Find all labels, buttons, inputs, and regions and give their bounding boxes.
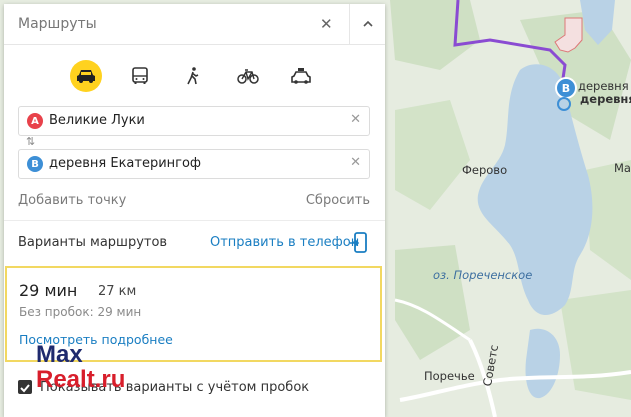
mode-bicycle-button[interactable] — [232, 60, 264, 92]
panel-header: Маршруты ✕ — [4, 4, 385, 45]
send-to-phone-link[interactable]: Отправить в телефон — [210, 235, 359, 250]
mode-car-button[interactable] — [70, 60, 102, 92]
walking-person-icon — [187, 67, 199, 85]
map-label-edge: Ма — [614, 161, 631, 175]
map-label-destination-1: деревня — [578, 79, 629, 93]
mode-bus-button[interactable] — [124, 60, 156, 92]
clear-point-b-icon[interactable]: ✕ — [350, 155, 361, 170]
clear-point-a-icon[interactable]: ✕ — [350, 112, 361, 127]
mode-taxi-button[interactable] — [285, 60, 317, 92]
map-label-ferovo: Ферово — [462, 163, 508, 177]
header-divider — [349, 4, 350, 44]
bicycle-icon — [237, 69, 259, 84]
add-point-link[interactable]: Добавить точку — [18, 193, 126, 208]
point-b-pin: B — [27, 156, 43, 172]
checkmark-icon — [20, 384, 30, 393]
watermark-line1: Max — [36, 341, 83, 368]
point-b-value: деревня Екатерингоф — [49, 156, 202, 171]
close-icon[interactable]: ✕ — [320, 15, 333, 33]
car-icon — [77, 70, 95, 83]
point-b-field[interactable]: B деревня Екатерингоф ✕ — [18, 149, 370, 179]
watermark-line2: Realt.ru — [36, 366, 126, 393]
panel-title: Маршруты — [18, 16, 97, 32]
route-time: 29 мин — [19, 281, 78, 300]
map-pin-b-letter: B — [562, 82, 570, 95]
map-label-destination-2: деревня — [580, 92, 631, 106]
mode-walk-button[interactable] — [177, 60, 209, 92]
traffic-checkbox[interactable] — [18, 380, 32, 394]
transport-modes — [4, 56, 385, 96]
swap-points-icon[interactable]: ⇅ — [26, 135, 35, 148]
route-no-traffic-time: Без пробок: 29 мин — [19, 305, 142, 319]
route-distance: 27 км — [98, 284, 137, 299]
point-a-value: Великие Луки — [49, 113, 145, 128]
point-a-pin: A — [27, 113, 43, 129]
route-variants-label: Варианты маршрутов — [18, 235, 168, 250]
map-label-lake: оз. Пореченское — [433, 268, 533, 282]
chevron-up-icon[interactable] — [361, 17, 375, 31]
taxi-icon — [291, 67, 311, 84]
divider — [4, 220, 385, 221]
reset-link[interactable]: Сбросить — [306, 193, 370, 208]
phone-icon[interactable] — [350, 232, 368, 254]
point-a-field[interactable]: A Великие Луки ✕ — [18, 106, 370, 136]
bus-icon — [132, 67, 148, 84]
map-label-porechye: Поречье — [424, 369, 475, 383]
